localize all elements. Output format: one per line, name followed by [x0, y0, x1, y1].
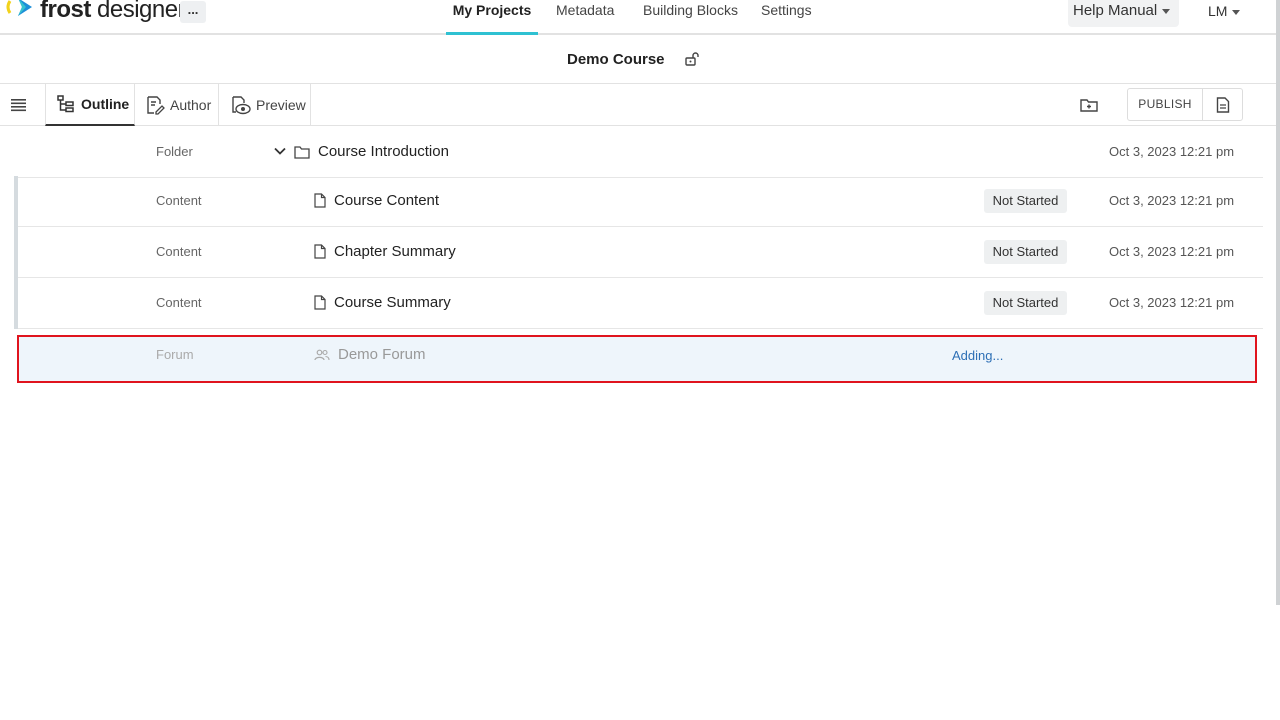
folder-icon: [294, 145, 310, 159]
course-title-bar: Demo Course: [0, 36, 1276, 84]
outline-row-content[interactable]: Content Chapter Summary Not Started Oct …: [14, 227, 1263, 278]
outline-icon: [57, 95, 74, 113]
outline-toolbar: Outline Author Preview PUBLISH: [0, 84, 1276, 126]
row-title[interactable]: Course Summary: [314, 294, 451, 311]
row-title[interactable]: Course Introduction: [294, 143, 449, 160]
adding-status: Adding...: [952, 348, 1004, 363]
user-initials: LM: [1208, 3, 1228, 19]
row-title[interactable]: Course Content: [314, 192, 439, 209]
row-title[interactable]: Chapter Summary: [314, 243, 456, 260]
outline-row-content[interactable]: Content Course Summary Not Started Oct 3…: [14, 278, 1263, 329]
tab-author-label: Author: [170, 97, 212, 113]
top-navigation: frost designer ... My Projects Metadata …: [0, 0, 1276, 35]
document-icon: [1216, 96, 1229, 113]
row-title-text: Course Introduction: [318, 143, 449, 160]
tab-author[interactable]: Author: [135, 84, 219, 126]
menu-icon[interactable]: [10, 96, 28, 114]
tab-preview-label: Preview: [256, 97, 306, 113]
page-icon: [314, 295, 326, 310]
outline-row-pending-forum: Forum Demo Forum Adding...: [17, 335, 1257, 383]
help-manual-label: Help Manual: [1073, 2, 1158, 19]
publish-button[interactable]: PUBLISH: [1127, 88, 1203, 121]
user-menu[interactable]: LM: [1208, 0, 1241, 22]
status-badge: Not Started: [984, 189, 1067, 213]
row-title-text: Course Summary: [334, 294, 451, 311]
author-icon: [147, 96, 165, 115]
page-icon: [314, 244, 326, 259]
row-indent-bar: [14, 227, 18, 278]
caret-down-icon: [1162, 8, 1171, 14]
caret-down-icon: [1232, 9, 1241, 15]
document-button[interactable]: [1202, 88, 1243, 121]
tab-settings[interactable]: Settings: [761, 0, 812, 35]
outline-row-folder[interactable]: Folder Course Introduction Oct 3, 2023 1…: [18, 127, 1263, 178]
course-title: Demo Course: [567, 51, 665, 68]
preview-icon: [232, 96, 251, 115]
page-icon: [314, 193, 326, 208]
row-title: Demo Forum: [314, 346, 426, 363]
frost-designer-logo[interactable]: frost designer: [4, 0, 186, 28]
row-type: Content: [156, 193, 202, 208]
logo-text-bold: frost: [40, 0, 91, 23]
row-indent-bar: [14, 278, 18, 329]
row-title-text: Demo Forum: [338, 346, 426, 363]
more-apps-button[interactable]: ...: [180, 1, 206, 23]
row-type: Folder: [156, 144, 193, 159]
unlock-icon[interactable]: [684, 51, 700, 67]
logo-text: frost designer: [40, 0, 186, 24]
users-icon: [314, 349, 330, 360]
tab-my-projects[interactable]: My Projects: [446, 0, 538, 35]
row-type: Content: [156, 244, 202, 259]
help-manual-dropdown[interactable]: Help Manual: [1068, 0, 1179, 27]
tab-preview[interactable]: Preview: [219, 84, 311, 126]
tab-building-blocks[interactable]: Building Blocks: [643, 0, 738, 35]
logo-mark-icon: [6, 0, 32, 16]
scrollbar[interactable]: [1276, 0, 1280, 605]
status-badge: Not Started: [984, 291, 1067, 315]
chevron-down-icon[interactable]: [273, 144, 287, 158]
outline-row-content[interactable]: Content Course Content Not Started Oct 3…: [14, 176, 1263, 227]
row-title-text: Course Content: [334, 192, 440, 209]
row-title-text: Chapter Summary: [334, 243, 456, 260]
tab-outline-label: Outline: [81, 96, 130, 112]
folder-add-icon[interactable]: [1080, 97, 1098, 113]
row-date: Oct 3, 2023 12:21 pm: [1109, 244, 1235, 259]
row-indent-bar: [14, 176, 18, 227]
tab-outline[interactable]: Outline: [45, 84, 135, 126]
row-type: Forum: [156, 347, 194, 362]
status-badge: Not Started: [984, 240, 1067, 264]
tab-metadata[interactable]: Metadata: [556, 0, 614, 35]
row-date: Oct 3, 2023 12:21 pm: [1109, 144, 1235, 159]
row-date: Oct 3, 2023 12:21 pm: [1109, 193, 1235, 208]
row-type: Content: [156, 295, 202, 310]
logo-text-rest: designer: [90, 0, 186, 23]
row-date: Oct 3, 2023 12:21 pm: [1109, 295, 1235, 310]
